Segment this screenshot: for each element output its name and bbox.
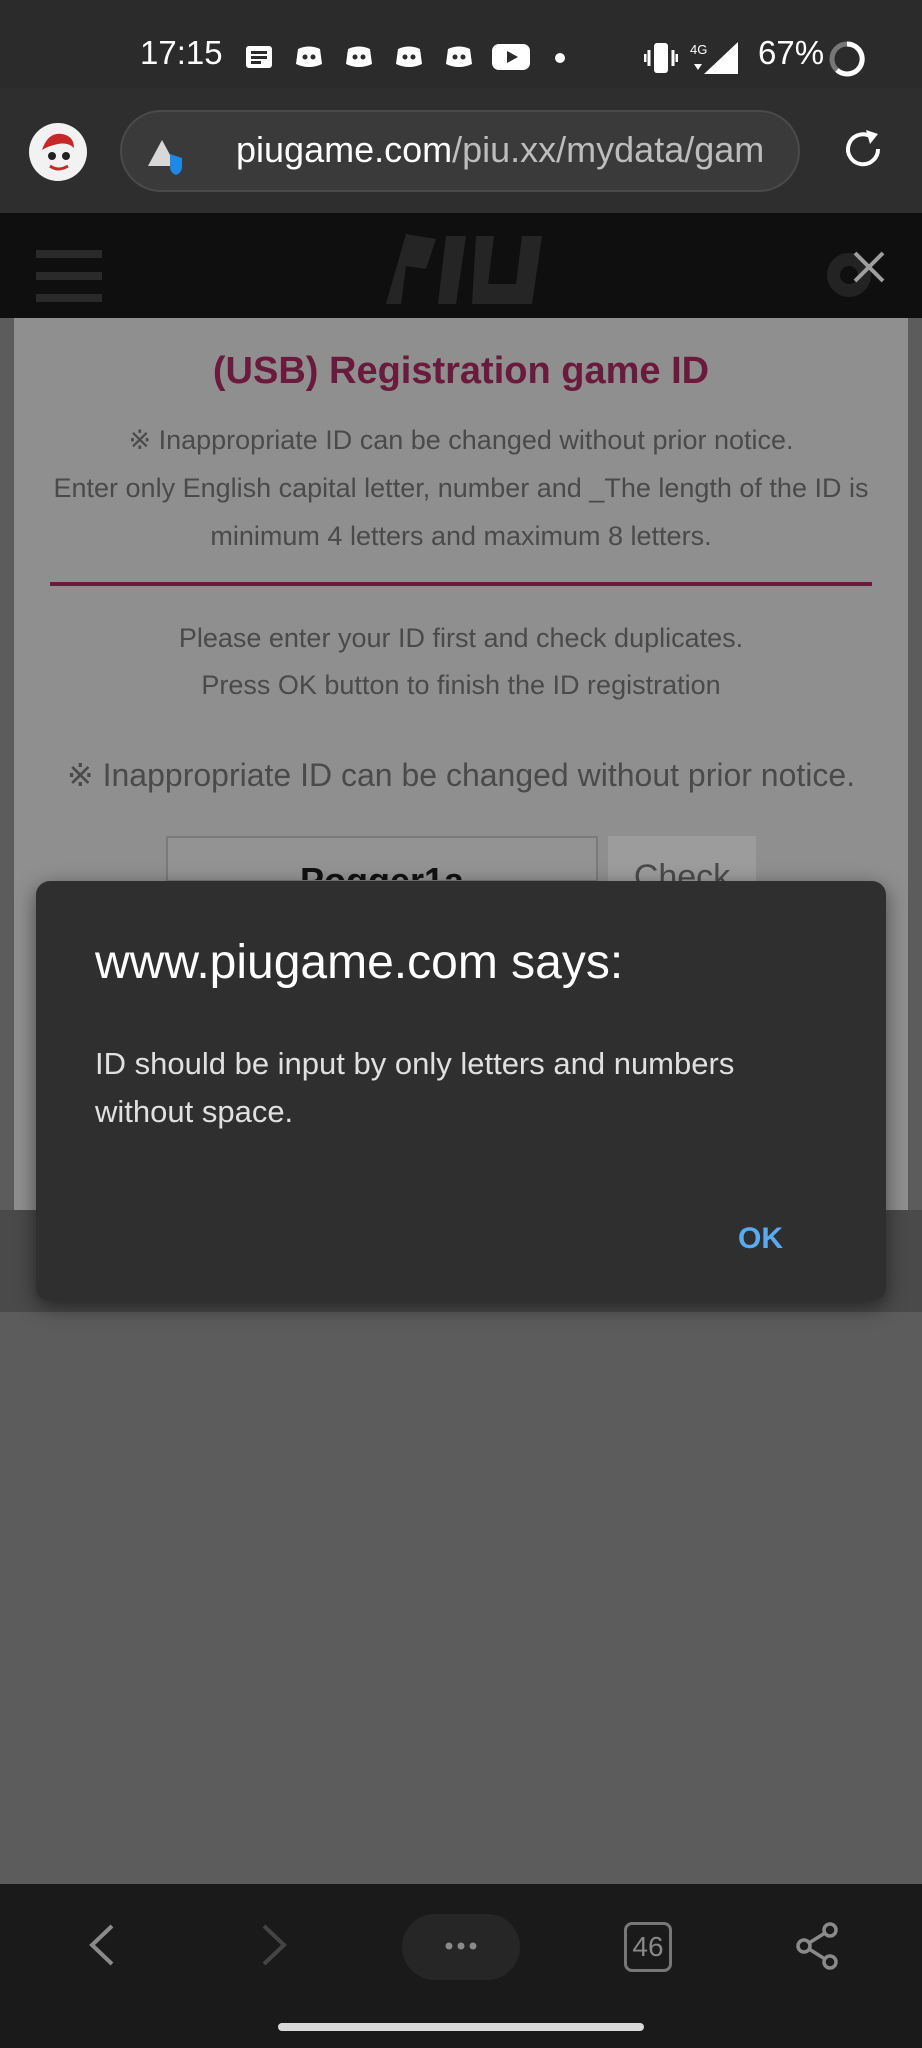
youtube-notification-icon [492, 44, 530, 70]
discord-notification-icon [346, 46, 372, 67]
game-id-input[interactable]: Pogger1a [166, 836, 598, 882]
gesture-home-bar[interactable] [278, 2023, 644, 2031]
id-length-rule: minimum 4 letters and maximum 8 letters. [210, 521, 712, 551]
alert-ok-button[interactable]: OK [728, 1218, 793, 1260]
registration-title: (USB) Registration game ID [212, 350, 710, 392]
share-icon[interactable] [794, 1920, 842, 1972]
alert-title: www.piugame.com says: [95, 936, 624, 989]
more-dots-icon [445, 1942, 477, 1950]
status-time: 17:15 [140, 34, 223, 71]
inappropriate-id-warning: ※ Inappropriate ID can be changed withou… [66, 757, 856, 793]
forward-icon[interactable] [256, 1922, 292, 1968]
site-security-warning-icon[interactable] [146, 136, 188, 176]
url-domain: piugame.com [236, 129, 453, 170]
tabs-button[interactable]: 46 [624, 1922, 672, 1972]
back-icon[interactable] [84, 1922, 120, 1968]
close-modal-icon[interactable] [852, 250, 886, 284]
check-button-label: Check [633, 858, 731, 882]
url-path: /piu.xx/mydata/gam [452, 129, 765, 170]
alert-message: ID should be input by only letters and n… [95, 1046, 735, 1129]
tab-count: 46 [632, 1931, 664, 1962]
check-duplicate-button[interactable]: Check [608, 836, 756, 882]
battery-percentage: 67% [758, 34, 825, 71]
battery-icon [829, 41, 865, 77]
instruction-check-duplicates: Please enter your ID first and check dup… [178, 623, 744, 653]
id-rules-line: Enter only English capital letter, numbe… [53, 473, 869, 503]
site-logo [386, 234, 542, 304]
more-notifications-dot-icon [555, 53, 565, 63]
discord-notification-icon [396, 46, 422, 67]
news-notification-icon [246, 46, 272, 68]
hamburger-menu-icon[interactable] [36, 248, 102, 304]
vibrate-icon [644, 43, 678, 73]
discord-notification-icon [296, 46, 322, 67]
profile-avatar[interactable] [28, 122, 88, 182]
signal-strength-icon [694, 42, 738, 74]
id-change-notice: ※ Inappropriate ID can be changed withou… [128, 425, 794, 455]
discord-notification-icon [446, 46, 472, 67]
url-text[interactable]: piugame.com/piu.xx/mydata/gam [236, 129, 780, 171]
instruction-press-ok: Press OK button to finish the ID registr… [201, 670, 721, 700]
game-id-value: Pogger1a [299, 860, 465, 882]
section-divider [50, 582, 872, 586]
reload-icon[interactable] [840, 126, 886, 172]
